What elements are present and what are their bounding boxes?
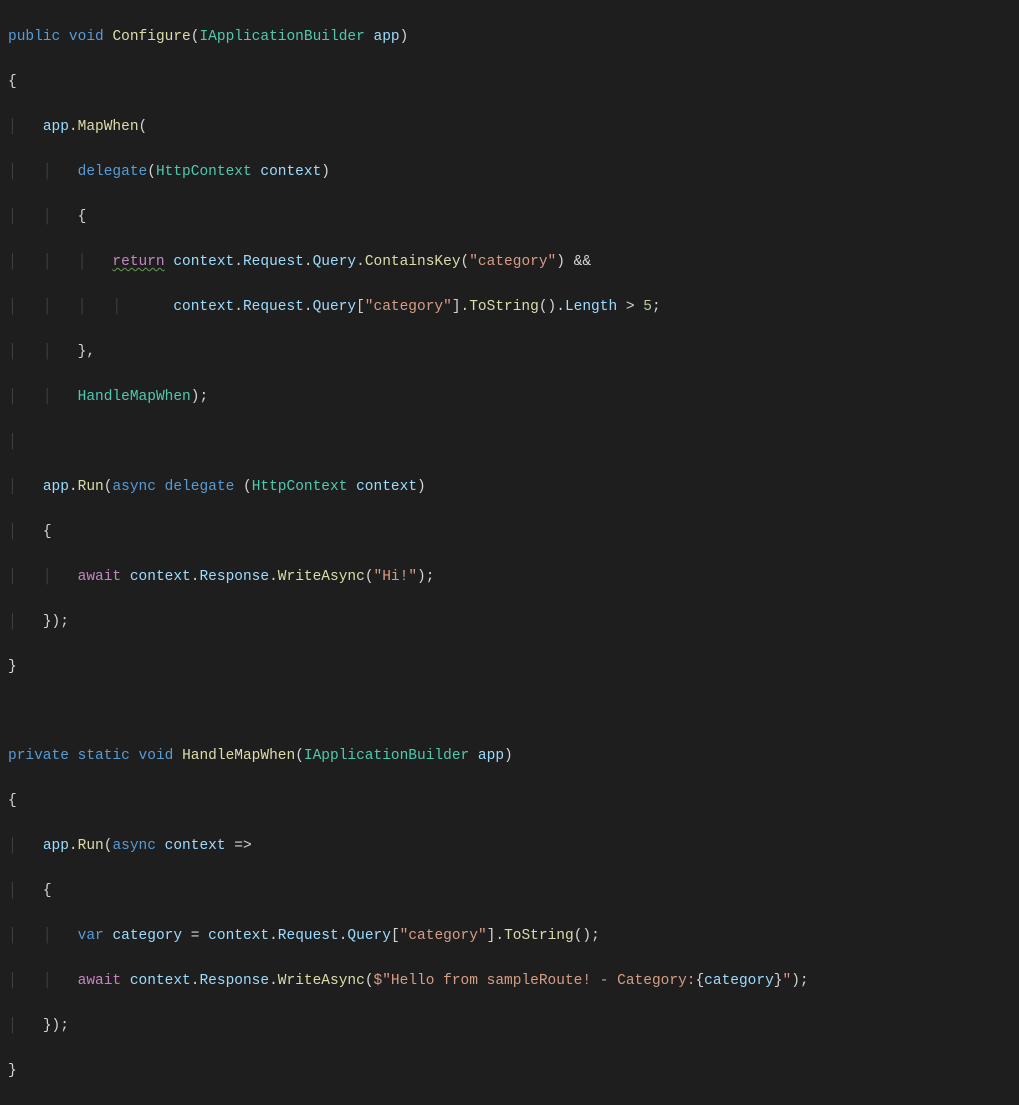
code-line: │ │ await context.Response.WriteAsync($"… xyxy=(8,970,1019,992)
code-line: │ }); xyxy=(8,1015,1019,1037)
param-app: app xyxy=(374,29,400,45)
keyword-public: public xyxy=(8,29,60,45)
code-line: │ │ │ return context.Request.Query.Conta… xyxy=(8,251,1019,273)
code-line: │ { xyxy=(8,880,1019,902)
code-line: │ │ }, xyxy=(8,341,1019,363)
code-line: │ │ await context.Response.WriteAsync("H… xyxy=(8,566,1019,588)
code-line: │ app.Run(async context => xyxy=(8,835,1019,857)
blank-line xyxy=(8,701,1019,723)
code-line: private static void HandleMapWhen(IAppli… xyxy=(8,745,1019,767)
ident-handlemapwhen: HandleMapWhen xyxy=(78,389,191,405)
code-line: } xyxy=(8,656,1019,678)
code-line: │ }); xyxy=(8,611,1019,633)
code-line: { xyxy=(8,790,1019,812)
blank-line: │ xyxy=(8,431,1019,453)
method-mapwhen: MapWhen xyxy=(78,119,139,135)
ident-app: app xyxy=(43,119,69,135)
code-line: } xyxy=(8,1060,1019,1082)
code-line: │ │ HandleMapWhen); xyxy=(8,386,1019,408)
code-line: │ │ │ │ context.Request.Query["category"… xyxy=(8,296,1019,318)
code-line: │ { xyxy=(8,521,1019,543)
code-line: │ app.MapWhen( xyxy=(8,116,1019,138)
keyword-return: return xyxy=(112,254,164,270)
code-editor[interactable]: public void Configure(IApplicationBuilde… xyxy=(0,0,1019,1105)
param-context: context xyxy=(260,164,321,180)
type-iapplicationbuilder: IApplicationBuilder xyxy=(199,29,364,45)
keyword-void: void xyxy=(69,29,104,45)
code-line: { xyxy=(8,71,1019,93)
code-line: │ app.Run(async delegate (HttpContext co… xyxy=(8,476,1019,498)
keyword-delegate: delegate xyxy=(78,164,148,180)
code-line: public void Configure(IApplicationBuilde… xyxy=(8,26,1019,48)
method-configure: Configure xyxy=(112,29,190,45)
type-httpcontext: HttpContext xyxy=(156,164,252,180)
code-line: │ │ delegate(HttpContext context) xyxy=(8,161,1019,183)
code-line: │ │ { xyxy=(8,206,1019,228)
code-line: │ │ var category = context.Request.Query… xyxy=(8,925,1019,947)
